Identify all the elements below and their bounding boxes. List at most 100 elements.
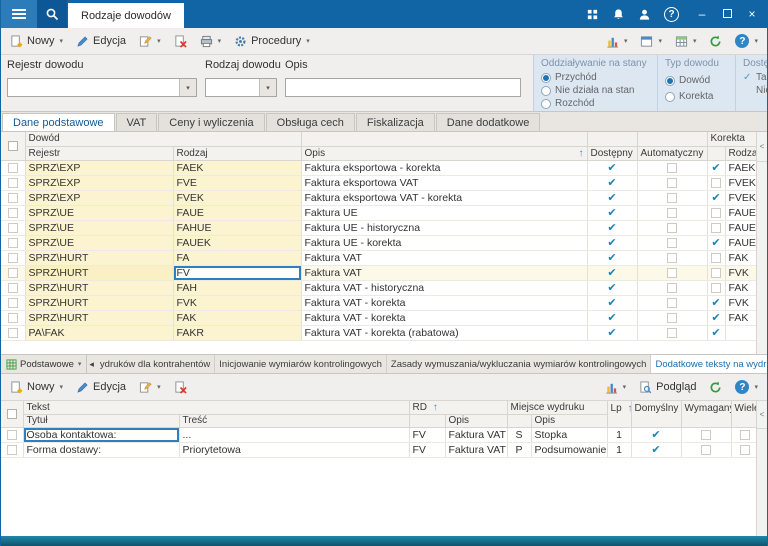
rodzaj-combobox[interactable]: ▾ [205, 78, 277, 97]
cell-lp[interactable]: 1 [607, 427, 631, 442]
row-checkbox[interactable] [8, 298, 18, 308]
chart-button[interactable]: ▾ [600, 33, 634, 50]
radio-korekta[interactable]: Korekta [665, 91, 728, 102]
cell-dostepny[interactable]: ✔ [587, 250, 637, 265]
cell-rejestr[interactable]: SPRZ\HURT [25, 265, 173, 280]
cell-rejestr[interactable]: SPRZ\EXP [25, 160, 173, 175]
header-opis[interactable]: Opis ↑ [301, 146, 587, 160]
cell-opis[interactable]: Faktura UE [301, 205, 587, 220]
cell-miejsce[interactable]: S [507, 427, 531, 442]
cell-opis[interactable]: Faktura VAT - korekta (rabatowa) [301, 325, 587, 340]
header-group-dowod[interactable]: Dowód [25, 132, 301, 146]
header-select-all[interactable] [1, 132, 25, 160]
checkbox-unchecked[interactable] [667, 313, 677, 323]
row-select-cell[interactable] [1, 250, 25, 265]
checkbox-unchecked[interactable] [667, 298, 677, 308]
cell-rodzaj-korekty[interactable]: FAK [725, 280, 759, 295]
refresh-button[interactable] [703, 33, 728, 50]
cell-rd[interactable]: FV [409, 442, 445, 457]
bottom-tab-inicjowanie-wymiarow[interactable]: Inicjowanie wymiarów kontrolingowych [215, 355, 387, 373]
cell-rodzaj-korekty[interactable]: FVK [725, 295, 759, 310]
table-row[interactable]: SPRZ\HURTFAFaktura VAT✔FAK [1, 250, 759, 265]
apps-grid-icon[interactable] [586, 8, 599, 21]
header-group-tekst[interactable]: Tekst [23, 401, 409, 414]
cell-dostepny[interactable]: ✔ [587, 220, 637, 235]
table-row[interactable]: Forma dostawy:PriorytetowaFVFaktura VATP… [1, 442, 759, 457]
help-button[interactable]: ? ▾ [729, 32, 764, 50]
cell-opis[interactable]: Faktura VAT - korekta [301, 310, 587, 325]
checkbox-unchecked[interactable] [711, 268, 721, 278]
table-row[interactable]: SPRZ\UEFAHUEFaktura UE - historyczna✔FAU… [1, 220, 759, 235]
cell-dostepny[interactable]: ✔ [587, 295, 637, 310]
cell-rodzaj[interactable]: FAK [173, 310, 301, 325]
cell-rodzaj-korekty[interactable]: FVEK [725, 175, 759, 190]
cell-korekta[interactable] [707, 175, 725, 190]
cell-domyslny[interactable]: ✔ [631, 427, 681, 442]
window-tab-rodzaje-dowodow[interactable]: Rodzaje dowodów [68, 3, 184, 28]
header-dostepny[interactable]: Dostępny [587, 146, 637, 160]
cell-dostepny[interactable]: ✔ [587, 325, 637, 340]
row-checkbox[interactable] [8, 268, 18, 278]
cell-rejestr[interactable]: SPRZ\UE [25, 235, 173, 250]
tab-vat[interactable]: VAT [116, 113, 158, 131]
header-miejsce-wydruku[interactable]: Miejsce wydruku [507, 401, 607, 414]
table-row[interactable]: Osoba kontaktowa:...FVFaktura VATSStopka… [1, 427, 759, 442]
edit-text-button[interactable]: Edycja [70, 379, 132, 396]
close-button[interactable]: × [746, 7, 758, 21]
row-checkbox[interactable] [7, 445, 17, 455]
cell-rejestr[interactable]: SPRZ\EXP [25, 190, 173, 205]
radio-przychod[interactable]: Przychód [541, 72, 650, 83]
cell-korekta[interactable] [707, 280, 725, 295]
checkbox-unchecked[interactable] [667, 223, 677, 233]
cell-automatyczny[interactable] [637, 265, 707, 280]
cell-automatyczny[interactable] [637, 295, 707, 310]
new-text-button[interactable]: Nowy ▾ [4, 379, 69, 396]
cell-tresc[interactable]: ... [179, 427, 409, 442]
checkbox-unchecked[interactable] [711, 253, 721, 263]
row-select-cell[interactable] [1, 280, 25, 295]
checkbox-unchecked[interactable] [667, 178, 677, 188]
radio-rozchod[interactable]: Rozchód [541, 98, 650, 109]
table-row[interactable]: SPRZ\EXPFVEKFaktura eksportowa VAT - kor… [1, 190, 759, 205]
cell-rodzaj-korekty[interactable]: FAK [725, 310, 759, 325]
cell-dostepny[interactable]: ✔ [587, 175, 637, 190]
cell-opis[interactable]: Faktura VAT - historyczna [301, 280, 587, 295]
hamburger-menu-button[interactable] [1, 0, 37, 28]
row-select-cell[interactable] [1, 235, 25, 250]
cell-dostepny[interactable]: ✔ [587, 235, 637, 250]
checkbox-unchecked[interactable] [667, 238, 677, 248]
row-select-cell[interactable] [1, 295, 25, 310]
header-automatyczny[interactable]: Automatyczny [637, 146, 707, 160]
cell-automatyczny[interactable] [637, 310, 707, 325]
header-miejsce-opis[interactable]: Opis [531, 414, 607, 427]
cell-rodzaj[interactable]: FA [173, 250, 301, 265]
cell-dostepny[interactable]: ✔ [587, 280, 637, 295]
cell-rejestr[interactable]: SPRZ\HURT [25, 280, 173, 295]
cell-opis[interactable]: Faktura eksportowa VAT - korekta [301, 190, 587, 205]
edit-dropdown-button[interactable]: ▾ [133, 33, 167, 50]
cell-rodzaj-korekty[interactable]: FAUEK [725, 220, 759, 235]
row-checkbox[interactable] [8, 283, 18, 293]
header-select-all[interactable] [1, 401, 23, 427]
cell-opis[interactable]: Faktura VAT - korekta [301, 295, 587, 310]
tab-fiskalizacja[interactable]: Fiskalizacja [356, 113, 435, 131]
chevron-down-icon[interactable]: ▾ [259, 79, 276, 96]
tab-obsluga-cech[interactable]: Obsługa cech [266, 113, 355, 131]
table-row[interactable]: SPRZ\UEFAUEFaktura UE✔FAUEK [1, 205, 759, 220]
opis-filter-input[interactable] [285, 78, 521, 97]
header-wymagany[interactable]: Wymagany [681, 401, 731, 427]
tab-scroll-left-icon[interactable]: ◂ [87, 359, 96, 370]
cell-automatyczny[interactable] [637, 325, 707, 340]
cell-automatyczny[interactable] [637, 205, 707, 220]
radio-nie-dziala-na-stan[interactable]: Nie działa na stan [541, 85, 650, 96]
checkbox-unchecked[interactable] [667, 253, 677, 263]
notifications-bell-icon[interactable] [612, 8, 625, 21]
cell-rejestr[interactable]: SPRZ\HURT [25, 250, 173, 265]
cell-rodzaj[interactable]: FAHUE [173, 220, 301, 235]
header-rd[interactable]: RD ↑ [409, 401, 507, 414]
chevron-down-icon[interactable]: ▾ [179, 79, 196, 96]
row-checkbox[interactable] [8, 223, 18, 233]
tab-dane-dodatkowe[interactable]: Dane dodatkowe [436, 113, 541, 131]
cell-rodzaj[interactable]: FV [173, 265, 301, 280]
cell-rodzaj-korekty[interactable]: FAK [725, 250, 759, 265]
